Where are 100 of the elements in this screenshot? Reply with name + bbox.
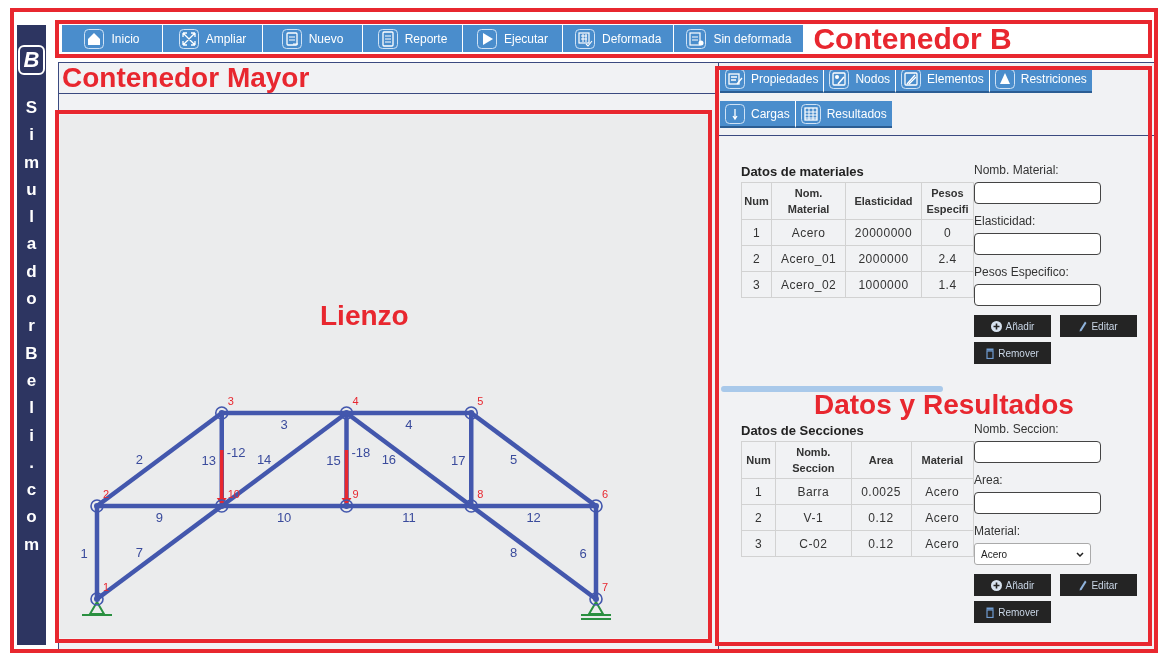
annotation-label: Contenedor B <box>813 23 1012 54</box>
table-cell: Acero <box>911 504 974 531</box>
tab[interactable]: Cargas <box>720 101 795 128</box>
member-label: 2 <box>135 451 143 467</box>
field-label: Nomb. Seccion: <box>974 422 1060 437</box>
input-field[interactable] <box>974 284 1101 306</box>
action-button[interactable]: Remover <box>974 342 1051 364</box>
action-button[interactable]: Añadir <box>974 574 1051 596</box>
table-cell: V-1 <box>775 504 851 531</box>
action-button[interactable]: Editar <box>1060 574 1137 596</box>
table-cell: 0.0025 <box>851 478 912 505</box>
table-cell: 0.12 <box>851 530 912 557</box>
toolbar-button[interactable]: Inicio <box>62 25 162 52</box>
toolbar-button[interactable]: Nuevo <box>262 25 362 52</box>
scroll-bar[interactable] <box>721 386 943 392</box>
table-cell: 1 <box>741 478 776 505</box>
field-label: Elasticidad: <box>974 214 1037 229</box>
load-label: -12 <box>226 445 246 460</box>
input-field[interactable] <box>974 441 1101 463</box>
toolbar-button[interactable]: Deformada <box>562 25 674 52</box>
support-icon <box>81 600 113 616</box>
table-cell: Acero <box>771 219 846 246</box>
action-button[interactable]: Editar <box>1060 315 1137 337</box>
load-label: -18 <box>351 445 371 460</box>
table-cell: Acero <box>911 530 974 557</box>
table-cell: C-02 <box>775 530 851 557</box>
table-cell: 3 <box>741 271 772 298</box>
annotation-label: Lienzo <box>320 302 409 330</box>
member-label: 5 <box>510 451 518 467</box>
field-label: Material: <box>974 524 1021 539</box>
member-label: 10 <box>276 510 292 525</box>
node-label: 6 <box>602 488 609 500</box>
column-header: Num <box>741 182 772 220</box>
table-cell: 2 <box>741 504 776 531</box>
column-header: Area <box>851 441 912 479</box>
node-icon <box>829 68 850 89</box>
table-cell: 2000000 <box>845 245 922 272</box>
chevron-down-icon <box>1076 551 1084 557</box>
column-header: Material <box>911 441 974 479</box>
toolbar-button[interactable]: Ampliar <box>162 25 262 52</box>
trash-icon <box>986 606 995 618</box>
member-label: 6 <box>579 545 587 561</box>
expand-icon <box>178 28 199 49</box>
node-label: 1 <box>103 581 110 593</box>
toolbar-button[interactable]: Reporte <box>362 25 462 52</box>
play-icon <box>477 28 497 49</box>
support-icon <box>580 600 612 620</box>
column-header: Num <box>741 441 776 479</box>
table-cell: Acero_01 <box>771 245 846 272</box>
table-title: Datos de Secciones <box>741 422 865 440</box>
member-label: 13 <box>201 452 216 468</box>
table-cell: 1.4 <box>921 271 974 298</box>
grid-check-icon <box>575 28 595 49</box>
plus-circle-icon <box>990 579 1002 591</box>
member-label: 16 <box>381 451 397 467</box>
table-cell: 2.4 <box>921 245 974 272</box>
action-button[interactable]: Remover <box>974 601 1051 623</box>
toolbar-button[interactable]: Sin deformada <box>673 25 804 52</box>
trash-icon <box>986 347 995 359</box>
plus-circle-icon <box>990 320 1002 332</box>
member-label: 17 <box>451 452 466 468</box>
member-label: 15 <box>326 452 341 468</box>
member-label: 8 <box>510 544 518 560</box>
table-cell: 1 <box>741 219 772 246</box>
table-cell: 0 <box>921 219 974 246</box>
pencil-icon <box>1079 579 1088 591</box>
arrow-down-icon <box>725 103 745 124</box>
toolbar-button[interactable]: Ejecutar <box>462 25 562 52</box>
member-label: 1 <box>80 545 88 561</box>
member-label: 7 <box>135 544 143 560</box>
node-label: 8 <box>477 488 484 500</box>
pencil-icon <box>901 68 922 89</box>
node-label: 4 <box>352 395 359 407</box>
pencil-icon <box>1079 320 1088 332</box>
table-cell: Barra <box>775 478 851 505</box>
field-label: Nomb. Material: <box>974 163 1060 178</box>
table-cell: Acero <box>911 478 974 505</box>
table-cell: 0.12 <box>851 504 912 531</box>
house-icon <box>84 28 105 49</box>
column-header: Elasticidad <box>845 182 922 220</box>
action-button[interactable]: Añadir <box>974 315 1051 337</box>
tab[interactable]: Resultados <box>794 101 892 128</box>
material-select[interactable]: Acero <box>974 543 1091 565</box>
report-icon <box>377 28 398 49</box>
table-icon <box>800 103 821 124</box>
node-label: 7 <box>602 581 609 593</box>
input-field[interactable] <box>974 233 1101 255</box>
logo: B <box>18 45 45 75</box>
member-label: 9 <box>155 510 163 525</box>
input-field[interactable] <box>974 492 1101 514</box>
node-label: 9 <box>352 488 359 500</box>
table-cell: 20000000 <box>845 219 922 246</box>
table-cell: 1000000 <box>845 271 922 298</box>
input-field[interactable] <box>974 182 1101 204</box>
node-label: 3 <box>227 395 234 407</box>
column-header: Nom. Material <box>771 182 846 220</box>
member-label: 3 <box>280 417 288 432</box>
annotation-label: Datos y Resultados <box>814 391 1074 419</box>
member-label: 11 <box>402 510 416 525</box>
edit-icon <box>725 68 745 89</box>
